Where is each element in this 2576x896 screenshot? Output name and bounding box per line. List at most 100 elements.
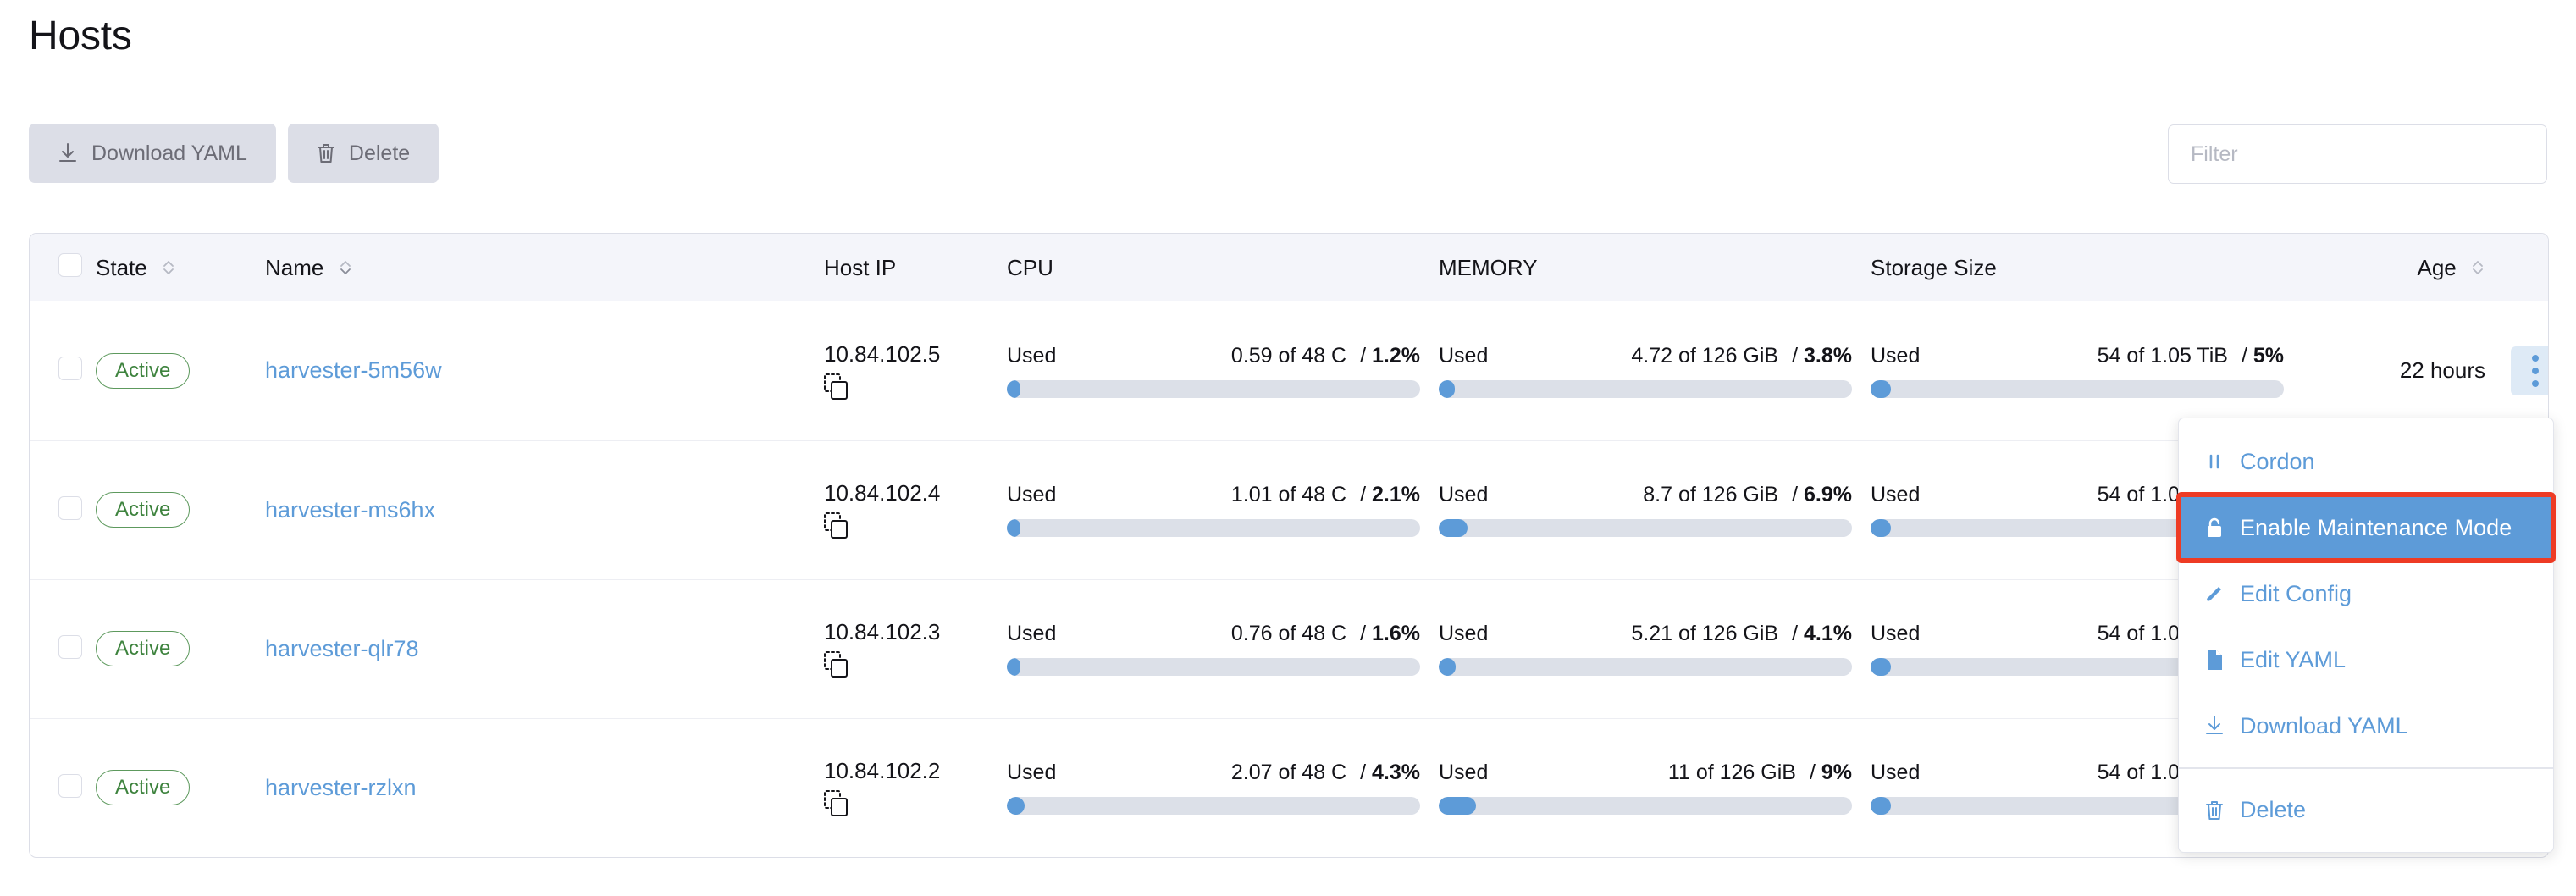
header-host-ip: Host IP xyxy=(824,234,1007,301)
cpu-percent: / 4.3% xyxy=(1360,760,1420,785)
cpu-progress-bar xyxy=(1007,519,1420,537)
menu-item-enable-maintenance-mode[interactable]: Enable Maintenance Mode xyxy=(2176,492,2556,563)
memory-used-label: Used xyxy=(1439,760,1489,785)
memory-progress-bar xyxy=(1439,797,1852,816)
name-cell: harvester-ms6hx xyxy=(265,440,824,579)
trash-icon xyxy=(317,142,335,164)
memory-progress-bar xyxy=(1439,519,1852,537)
host-name-link[interactable]: harvester-qlr78 xyxy=(265,636,419,661)
download-yaml-button[interactable]: Download YAML xyxy=(29,124,276,183)
table-row[interactable]: Active harvester-5m56w 10.84.102.5 Used 0.59… xyxy=(30,301,2548,440)
select-all-header xyxy=(30,234,96,301)
select-all-checkbox[interactable] xyxy=(58,252,82,277)
copy-icon[interactable] xyxy=(824,373,849,401)
memory-cell: Used 8.7 of 126 GiB / 6.9% xyxy=(1439,440,1871,579)
download-yaml-label: Download YAML xyxy=(91,141,247,165)
dot xyxy=(2532,367,2539,374)
memory-summary: Used 5.21 of 126 GiB / 4.1% xyxy=(1439,622,1852,646)
cpu-used-label: Used xyxy=(1007,622,1057,645)
toolbar-button-group: Download YAML Delete xyxy=(29,124,439,183)
copy-icon[interactable] xyxy=(824,790,849,817)
memory-cell: Used 4.72 of 126 GiB / 3.8% xyxy=(1439,301,1871,440)
host-ip-cell: 10.84.102.4 xyxy=(824,440,1007,579)
state-cell: Active xyxy=(96,579,265,718)
cpu-cell: Used 0.76 of 48 C / 1.6% xyxy=(1007,579,1439,718)
memory-value: 8.7 of 126 GiB xyxy=(1643,483,1779,506)
copy-icon[interactable] xyxy=(824,651,849,678)
cpu-percent: / 1.2% xyxy=(1360,343,1420,368)
status-badge: Active xyxy=(96,631,191,666)
row-checkbox[interactable] xyxy=(58,773,82,798)
storage-used-label: Used xyxy=(1871,483,1921,506)
copy-icon[interactable] xyxy=(824,512,849,539)
menu-item-edit-yaml[interactable]: Edit YAML xyxy=(2179,627,2553,693)
header-memory: MEMORY xyxy=(1439,234,1871,301)
memory-value: 4.72 of 126 GiB xyxy=(1631,343,1779,368)
row-actions-dropdown: Cordon Enable Maintenance Mode Edit Config… xyxy=(2176,418,2556,853)
state-cell: Active xyxy=(96,718,265,857)
host-ip-value: 10.84.102.2 xyxy=(824,758,941,784)
memory-used-label: Used xyxy=(1439,622,1489,645)
table-body: Active harvester-5m56w 10.84.102.5 Used 0.59… xyxy=(30,301,2548,857)
host-name-link[interactable]: harvester-rzlxn xyxy=(265,775,417,800)
delete-button[interactable]: Delete xyxy=(287,124,439,183)
name-cell: harvester-qlr78 xyxy=(265,579,824,718)
memory-used-label: Used xyxy=(1439,343,1489,368)
host-ip-value: 10.84.102.5 xyxy=(824,340,941,367)
page-title: Hosts xyxy=(29,14,132,58)
filter-input[interactable] xyxy=(2189,141,2526,168)
memory-value: 5.21 of 126 GiB xyxy=(1631,622,1779,645)
menu-item-download-yaml[interactable]: Download YAML xyxy=(2179,693,2553,759)
download-icon xyxy=(2203,715,2226,737)
header-age[interactable]: Age xyxy=(2302,234,2497,301)
header-state[interactable]: State xyxy=(96,234,265,301)
menu-item-edit-config[interactable]: Edit Config xyxy=(2179,561,2553,627)
memory-summary: Used 11 of 126 GiB / 9% xyxy=(1439,760,1852,785)
menu-item-label: Cordon xyxy=(2240,448,2315,474)
host-name-link[interactable]: harvester-ms6hx xyxy=(265,497,435,523)
memory-percent: / 9% xyxy=(1809,760,1852,785)
menu-item-delete[interactable]: Delete xyxy=(2179,777,2553,843)
cpu-cell: Used 0.59 of 48 C / 1.2% xyxy=(1007,301,1439,440)
menu-item-cordon[interactable]: Cordon xyxy=(2179,429,2553,495)
table-row[interactable]: Active harvester-qlr78 10.84.102.3 Used 0.76… xyxy=(30,579,2548,718)
cpu-progress-bar xyxy=(1007,658,1420,676)
cpu-progress-bar xyxy=(1007,379,1420,398)
cpu-value: 0.76 of 48 C xyxy=(1230,622,1347,645)
cpu-percent: / 1.6% xyxy=(1360,622,1420,645)
row-checkbox[interactable] xyxy=(58,357,82,381)
storage-used-label: Used xyxy=(1871,622,1921,645)
file-icon xyxy=(2203,649,2226,671)
status-badge: Active xyxy=(96,492,191,528)
cpu-summary: Used 0.76 of 48 C / 1.6% xyxy=(1007,622,1420,646)
menu-divider xyxy=(2179,767,2553,769)
memory-cell: Used 5.21 of 126 GiB / 4.1% xyxy=(1439,579,1871,718)
memory-used-label: Used xyxy=(1439,483,1489,506)
name-cell: harvester-rzlxn xyxy=(265,718,824,857)
row-actions-button[interactable] xyxy=(2511,346,2548,395)
cpu-value: 1.01 of 48 C xyxy=(1230,483,1347,506)
storage-percent: / 5% xyxy=(2241,343,2284,368)
memory-progress-bar xyxy=(1439,379,1852,398)
header-storage-size: Storage Size xyxy=(1871,234,2302,301)
memory-value: 11 of 126 GiB xyxy=(1667,760,1796,785)
menu-item-label: Delete xyxy=(2240,797,2307,823)
memory-summary: Used 4.72 of 126 GiB / 3.8% xyxy=(1439,344,1852,368)
table-row[interactable]: Active harvester-ms6hx 10.84.102.4 Used 1.01… xyxy=(30,440,2548,579)
toolbar: Download YAML Delete xyxy=(29,122,2547,185)
row-checkbox[interactable] xyxy=(58,495,82,520)
filter-box[interactable] xyxy=(2168,124,2547,184)
header-name[interactable]: Name xyxy=(265,234,824,301)
dot xyxy=(2532,379,2539,387)
host-ip-cell: 10.84.102.5 xyxy=(824,301,1007,440)
name-cell: harvester-5m56w xyxy=(265,301,824,440)
header-age-label: Age xyxy=(2417,254,2457,280)
menu-item-label: Edit Config xyxy=(2240,580,2352,606)
host-ip-cell: 10.84.102.3 xyxy=(824,579,1007,718)
storage-used-label: Used xyxy=(1871,760,1921,785)
row-checkbox[interactable] xyxy=(58,634,82,659)
dot xyxy=(2532,354,2539,362)
table-row[interactable]: Active harvester-rzlxn 10.84.102.2 Used 2.07… xyxy=(30,718,2548,857)
status-badge: Active xyxy=(96,352,191,389)
host-name-link[interactable]: harvester-5m56w xyxy=(265,357,442,383)
